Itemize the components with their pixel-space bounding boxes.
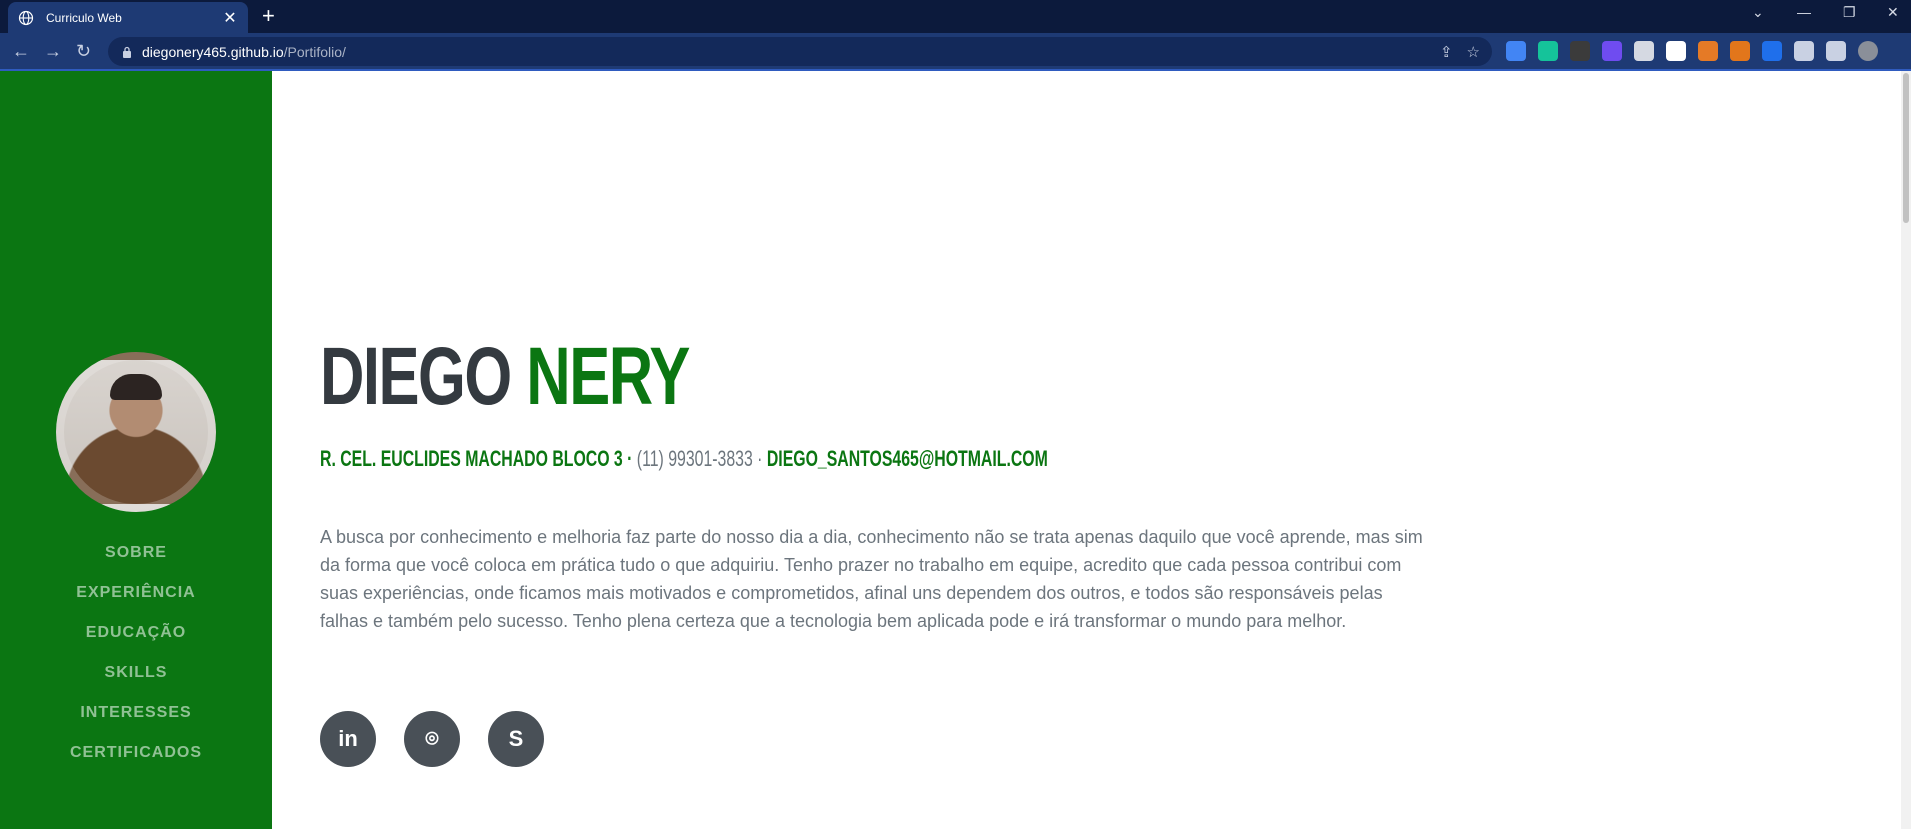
puzzle-icon[interactable]: [1794, 41, 1814, 61]
extension-icon-4[interactable]: [1602, 41, 1622, 61]
social-links: in ⌾ S: [320, 711, 544, 767]
page-title: DIEGO NERY: [320, 336, 690, 418]
tab-search-button[interactable]: ⌄: [1752, 4, 1764, 21]
sidebar-icon[interactable]: [1826, 41, 1846, 61]
url-path: /Portifolio/: [283, 43, 346, 60]
nav-item-interesses[interactable]: INTERESSES: [0, 693, 272, 733]
nav-link[interactable]: INTERESSES: [80, 704, 191, 722]
tab-title: Curriculo Web: [46, 10, 122, 25]
page-scrollbar[interactable]: [1901, 71, 1911, 829]
nav-link[interactable]: SOBRE: [105, 544, 167, 562]
email-link[interactable]: DIEGO_SANTOS465@HOTMAIL.COM: [767, 446, 1048, 471]
bookmark-star-icon[interactable]: ☆: [1467, 43, 1480, 61]
contact-line: R. CEL. EUCLIDES MACHADO BLOCO 3 · (11) …: [320, 446, 1048, 472]
first-name: DIEGO: [320, 331, 512, 422]
minimize-button[interactable]: —: [1797, 4, 1811, 20]
skype-icon[interactable]: S: [488, 711, 544, 767]
nav-link[interactable]: CERTIFICADOS: [70, 744, 202, 762]
new-tab-button[interactable]: +: [262, 5, 275, 27]
nav-item-sobre[interactable]: SOBRE: [0, 533, 272, 573]
page-viewport: SOBRE EXPERIÊNCIA EDUCAÇÃO SKILLS INTERE…: [0, 71, 1911, 829]
nav-item-experiencia[interactable]: EXPERIÊNCIA: [0, 573, 272, 613]
extension-icon-ads[interactable]: [1666, 41, 1686, 61]
phone-text: (11) 99301-3833 ·: [636, 446, 767, 471]
github-icon[interactable]: ⌾: [404, 711, 460, 767]
close-window-button[interactable]: ✕: [1887, 4, 1899, 21]
linkedin-icon[interactable]: in: [320, 711, 376, 767]
forward-button[interactable]: →: [44, 41, 62, 61]
metamask-icon[interactable]: [1730, 41, 1750, 61]
share-icon[interactable]: ⇪: [1440, 43, 1453, 61]
extension-icon-3[interactable]: [1570, 41, 1590, 61]
back-button[interactable]: ←: [12, 41, 30, 61]
sidebar-nav: SOBRE EXPERIÊNCIA EDUCAÇÃO SKILLS INTERE…: [0, 533, 272, 773]
extension-icon-5[interactable]: [1634, 41, 1654, 61]
browser-tab[interactable]: Curriculo Web ✕: [8, 2, 248, 33]
nav-link[interactable]: EDUCAÇÃO: [86, 624, 186, 642]
extension-icon-ds[interactable]: [1698, 41, 1718, 61]
nav-item-skills[interactable]: SKILLS: [0, 653, 272, 693]
nav-item-certificados[interactable]: CERTIFICADOS: [0, 733, 272, 773]
url-host: diegonery465.github.io: [142, 43, 284, 60]
restore-button[interactable]: ❐: [1843, 4, 1856, 21]
last-name: NERY: [526, 331, 690, 422]
lock-icon: [123, 46, 131, 58]
google-translate-icon[interactable]: [1506, 41, 1526, 61]
nav-link[interactable]: EXPERIÊNCIA: [76, 584, 195, 602]
tab-close-icon[interactable]: ✕: [222, 8, 238, 28]
nav-link[interactable]: SKILLS: [105, 664, 168, 682]
grammarly-icon[interactable]: [1538, 41, 1558, 61]
scrollbar-thumb[interactable]: [1903, 73, 1909, 223]
profile-avatar-icon[interactable]: [1858, 41, 1878, 61]
bio-paragraph: A busca por conhecimento e melhoria faz …: [320, 527, 1423, 631]
extension-icon-x[interactable]: [1762, 41, 1782, 61]
profile-photo[interactable]: [56, 352, 216, 512]
address-text: R. CEL. EUCLIDES MACHADO BLOCO 3 ·: [320, 446, 637, 471]
sidebar: SOBRE EXPERIÊNCIA EDUCAÇÃO SKILLS INTERE…: [0, 71, 272, 829]
browser-toolbar: ← → ↻ diegonery465.github.io /Portifolio…: [0, 33, 1911, 70]
address-bar[interactable]: diegonery465.github.io /Portifolio/ ⇪ ☆: [108, 37, 1492, 66]
nav-item-educacao[interactable]: EDUCAÇÃO: [0, 613, 272, 653]
reload-button[interactable]: ↻: [76, 41, 91, 61]
globe-icon: [18, 10, 34, 25]
browser-tab-strip: Curriculo Web ✕ + ⌄ — ❐ ✕: [0, 0, 1911, 33]
